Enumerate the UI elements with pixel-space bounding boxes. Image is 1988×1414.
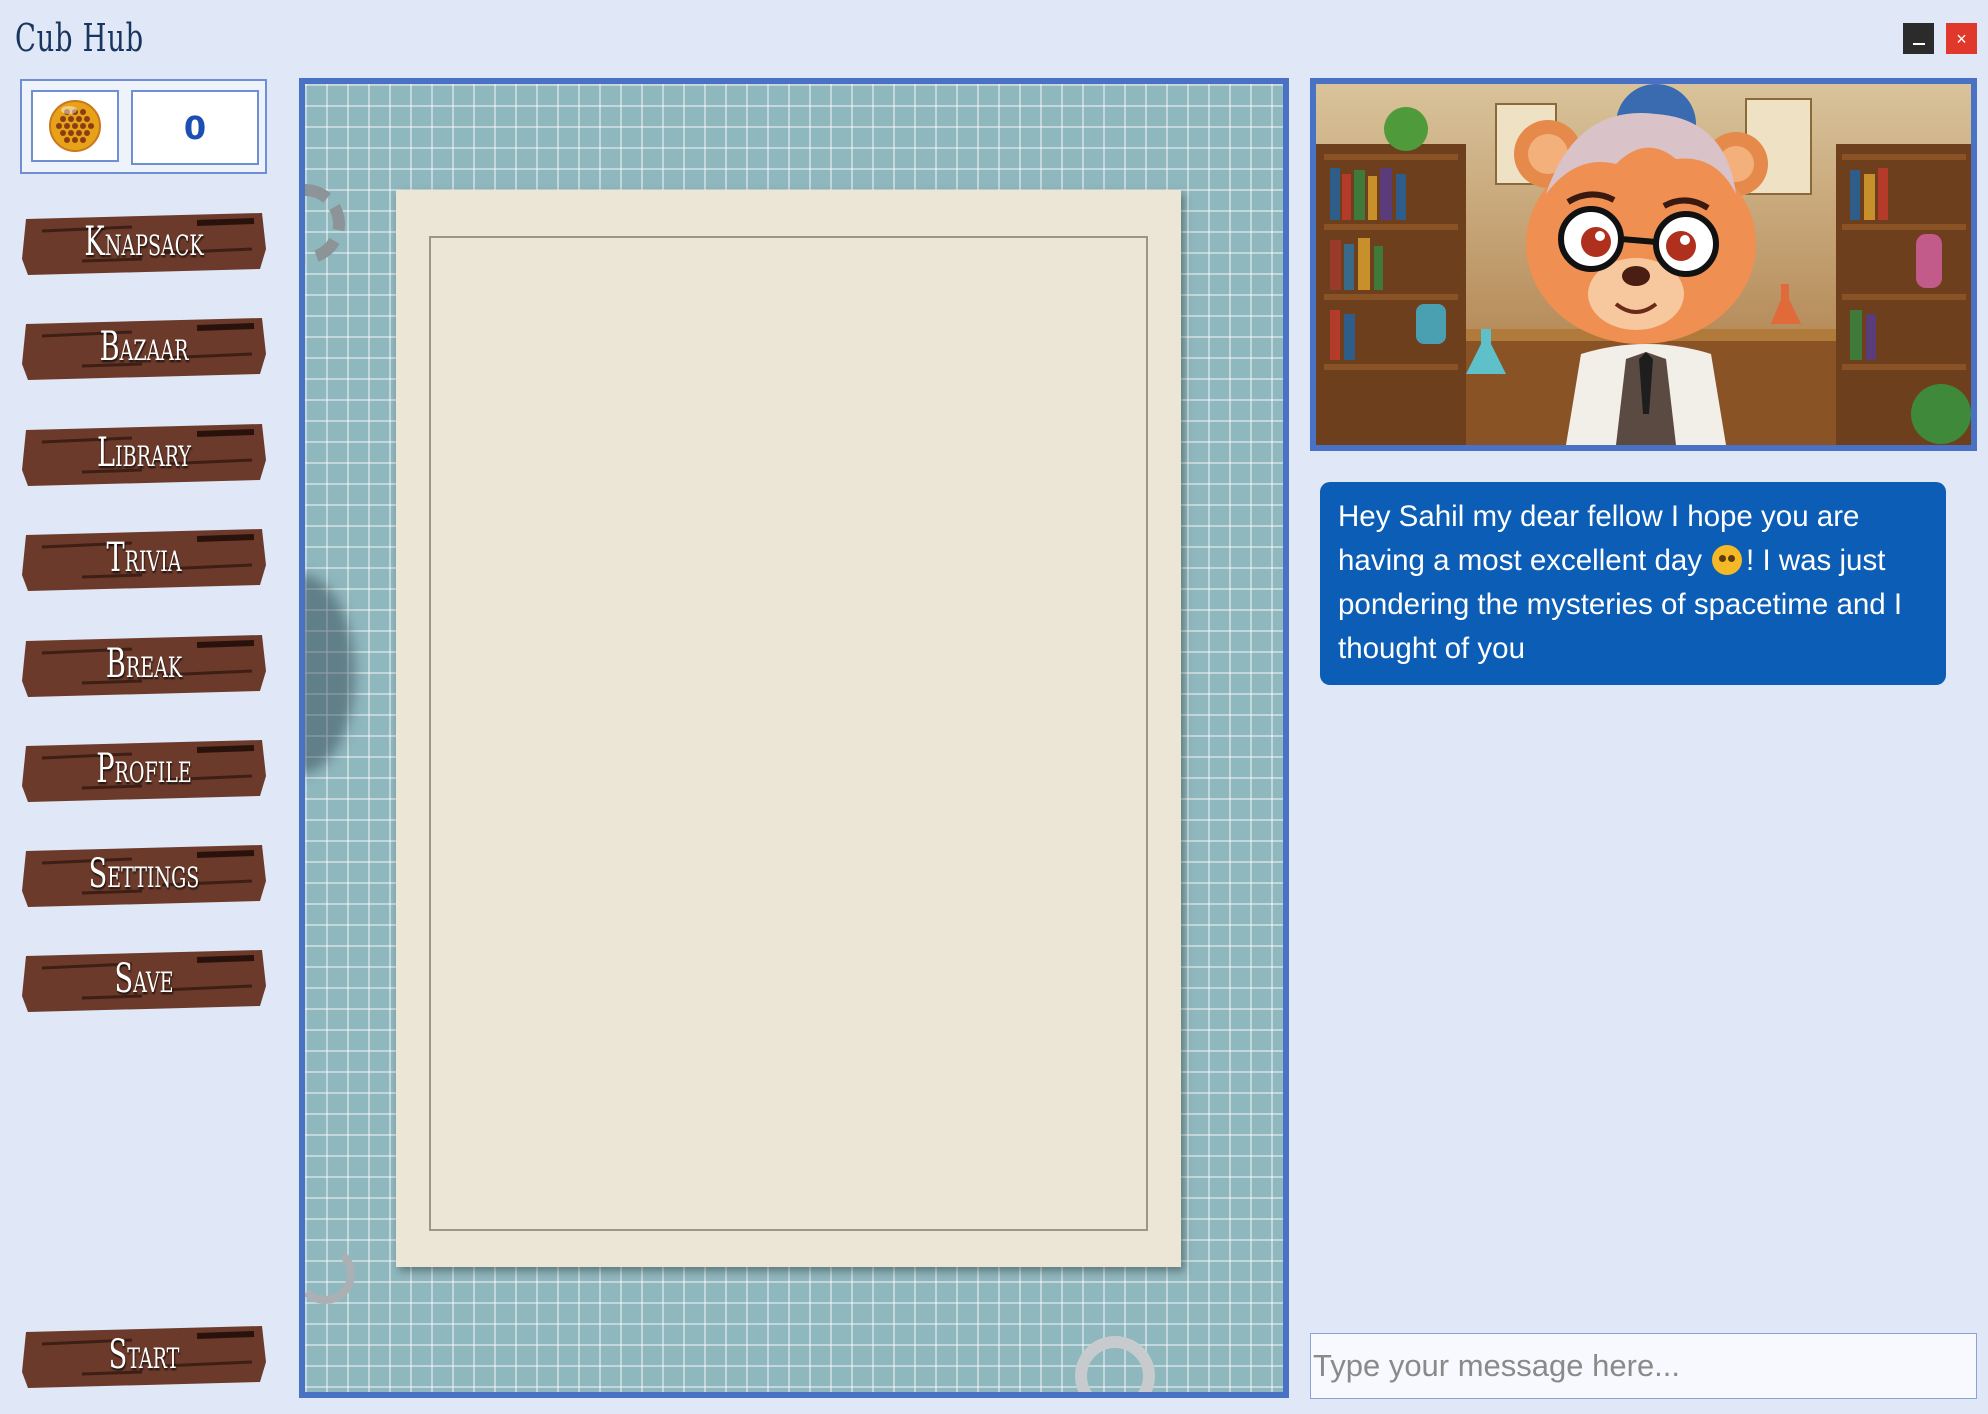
minimize-button[interactable] [1903,23,1934,54]
start-button[interactable]: Start [22,1322,266,1388]
trivia-label: Trivia [106,535,182,581]
character-portrait [1310,78,1977,451]
honeycomb-icon [31,90,119,162]
break-button[interactable]: Break [22,631,266,697]
knapsack-label: Knapsack [84,219,204,265]
gear-icon [305,184,345,264]
trivia-button[interactable]: Trivia [22,525,266,591]
ring-icon [1075,1336,1155,1392]
profile-button[interactable]: Profile [22,736,266,802]
start-label: Start [108,1332,180,1378]
professor-bear-image [1316,84,1971,445]
save-button[interactable]: Save [22,946,266,1012]
message-input[interactable] [1310,1333,1977,1399]
close-button[interactable]: × [1946,23,1977,54]
break-label: Break [105,641,183,687]
minimize-icon [1912,42,1925,45]
profile-label: Profile [96,746,192,792]
score-panel: 0 [20,79,267,174]
paper-sheet [396,190,1181,1267]
settings-label: Settings [88,851,200,897]
score-value: 0 [131,90,259,165]
shadow-decoration [305,574,355,774]
knapsack-button[interactable]: Knapsack [22,209,266,275]
activity-board [299,78,1289,1398]
save-label: Save [114,956,174,1002]
bazaar-button[interactable]: Bazaar [22,314,266,380]
bazaar-label: Bazaar [99,324,189,370]
settings-button[interactable]: Settings [22,841,266,907]
library-label: Library [97,430,191,476]
hook-icon [305,1244,355,1304]
paper-border [429,236,1148,1231]
upside-down-face-emoji-icon [1712,545,1743,575]
library-button[interactable]: Library [22,420,266,486]
chat-message-bubble: Hey Sahil my dear fellow I hope you are … [1320,482,1946,685]
app-title: Cub Hub [15,16,144,60]
